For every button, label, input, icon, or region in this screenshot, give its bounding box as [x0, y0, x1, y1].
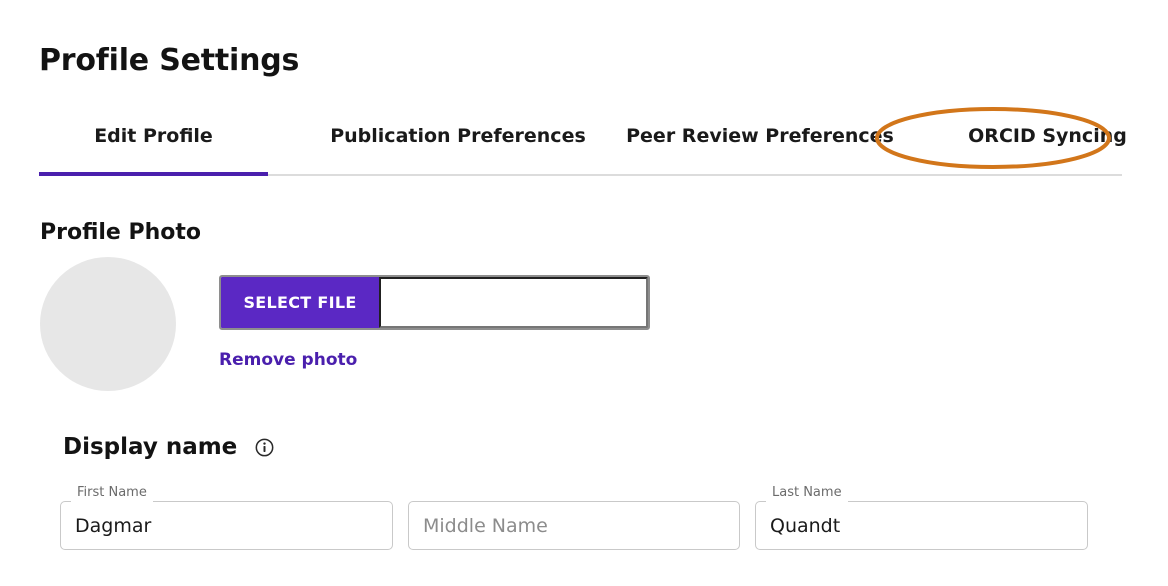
profile-photo-heading: Profile Photo — [40, 220, 202, 245]
select-file-button[interactable]: SELECT FILE — [221, 277, 379, 328]
last-name-field[interactable]: Last Name — [755, 485, 1088, 550]
display-name-label: Display name — [63, 434, 238, 460]
last-name-label: Last Name — [769, 485, 845, 500]
tab-label: Edit Profile — [94, 125, 213, 147]
remove-photo-link[interactable]: Remove photo — [219, 350, 357, 370]
tab-peer-review-preferences[interactable]: Peer Review Preferences — [584, 120, 936, 176]
first-name-field[interactable]: First Name — [60, 485, 393, 550]
middle-name-input[interactable] — [408, 501, 740, 550]
tab-publication-preferences[interactable]: Publication Preferences — [284, 120, 632, 176]
middle-name-field[interactable] — [408, 501, 740, 550]
tab-label: Peer Review Preferences — [626, 125, 894, 147]
first-name-input[interactable] — [60, 501, 393, 550]
active-tab-indicator — [39, 172, 268, 176]
display-name-heading: Display name — [63, 434, 274, 460]
last-name-input[interactable] — [755, 501, 1088, 550]
info-circle-icon[interactable] — [255, 438, 274, 457]
avatar — [40, 257, 176, 391]
tab-edit-profile[interactable]: Edit Profile — [39, 120, 268, 176]
tab-label: Publication Preferences — [330, 125, 586, 147]
tab-orcid-syncing[interactable]: ORCID Syncing — [894, 120, 1168, 176]
first-name-label: First Name — [74, 485, 150, 500]
tab-label: ORCID Syncing — [968, 125, 1127, 147]
selected-file-name-input[interactable] — [379, 277, 648, 328]
tab-bar: Edit Profile Publication Preferences Pee… — [39, 120, 1127, 176]
page-title: Profile Settings — [39, 43, 300, 78]
file-picker[interactable]: SELECT FILE — [219, 275, 650, 330]
